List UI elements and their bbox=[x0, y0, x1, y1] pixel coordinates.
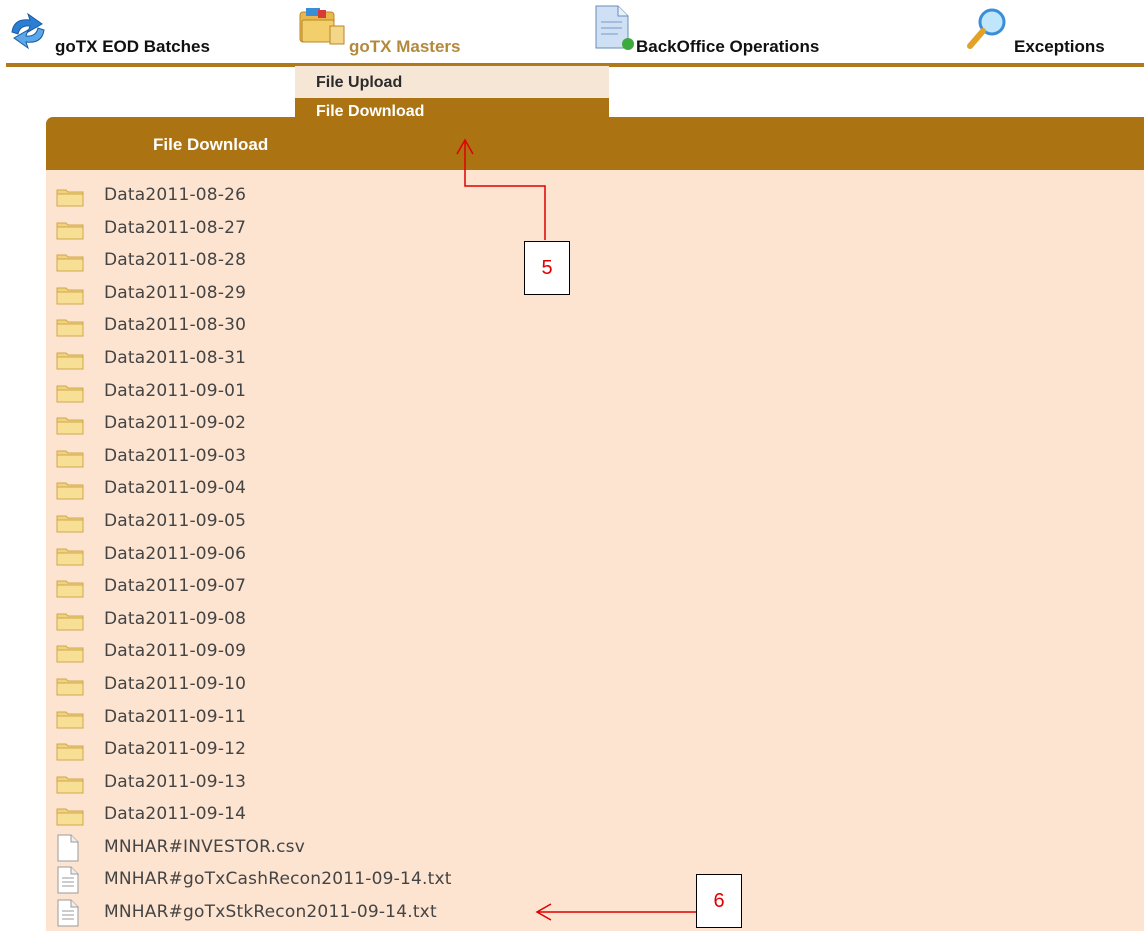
annotation-callout-6: 6 bbox=[696, 874, 742, 928]
annotation-callout-5: 5 bbox=[524, 241, 570, 295]
annotation-arrows bbox=[456, 138, 697, 921]
